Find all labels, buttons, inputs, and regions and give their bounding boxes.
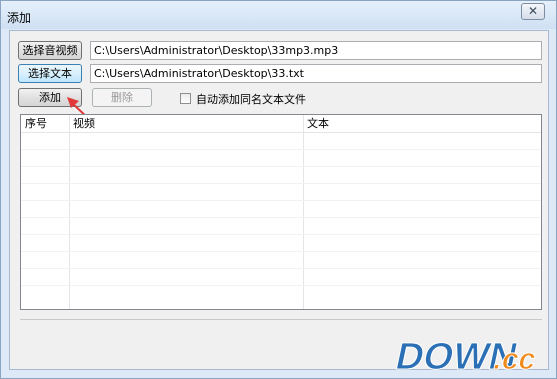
row-gridline [21,200,541,201]
row-gridline [21,149,541,150]
row-gridline [21,166,541,167]
status-divider [20,319,542,320]
file-list-table[interactable]: 序号 视频 文本 [20,114,542,310]
auto-add-checkbox-label: 自动添加同名文本文件 [196,93,306,106]
row-gridline [21,251,541,252]
select-av-button[interactable]: 选择音视频 [18,41,82,60]
select-text-button[interactable]: 选择文本 [18,64,82,83]
column-header-text[interactable]: 文本 [303,115,541,132]
av-path-field[interactable]: C:\Users\Administrator\Desktop\33mp3.mp3 [90,41,542,60]
column-divider [303,115,304,309]
column-divider [69,115,70,309]
row-gridline [21,183,541,184]
auto-add-checkbox[interactable] [180,93,191,104]
row-gridline [21,268,541,269]
row-gridline [21,217,541,218]
text-path-field[interactable]: C:\Users\Administrator\Desktop\33.txt [90,64,542,83]
close-button[interactable]: ✕ [521,3,545,20]
watermark-cc-text: .cc [490,343,539,375]
close-icon: ✕ [527,4,539,18]
column-header-index[interactable]: 序号 [21,115,69,132]
down-cc-watermark-logo: DOWN .cc [392,335,540,375]
column-header-video[interactable]: 视频 [69,115,303,132]
delete-button[interactable]: 删除 [92,88,152,107]
dialog-body: 选择音视频 C:\Users\Administrator\Desktop\33m… [9,30,549,370]
add-dialog-window: 添加 ✕ 选择音视频 C:\Users\Administrator\Deskto… [0,0,557,379]
window-title: 添加 [7,11,32,25]
title-bar[interactable]: 添加 ✕ [1,1,556,29]
row-gridline [21,234,541,235]
row-gridline [21,285,541,286]
table-header: 序号 视频 文本 [21,115,541,133]
